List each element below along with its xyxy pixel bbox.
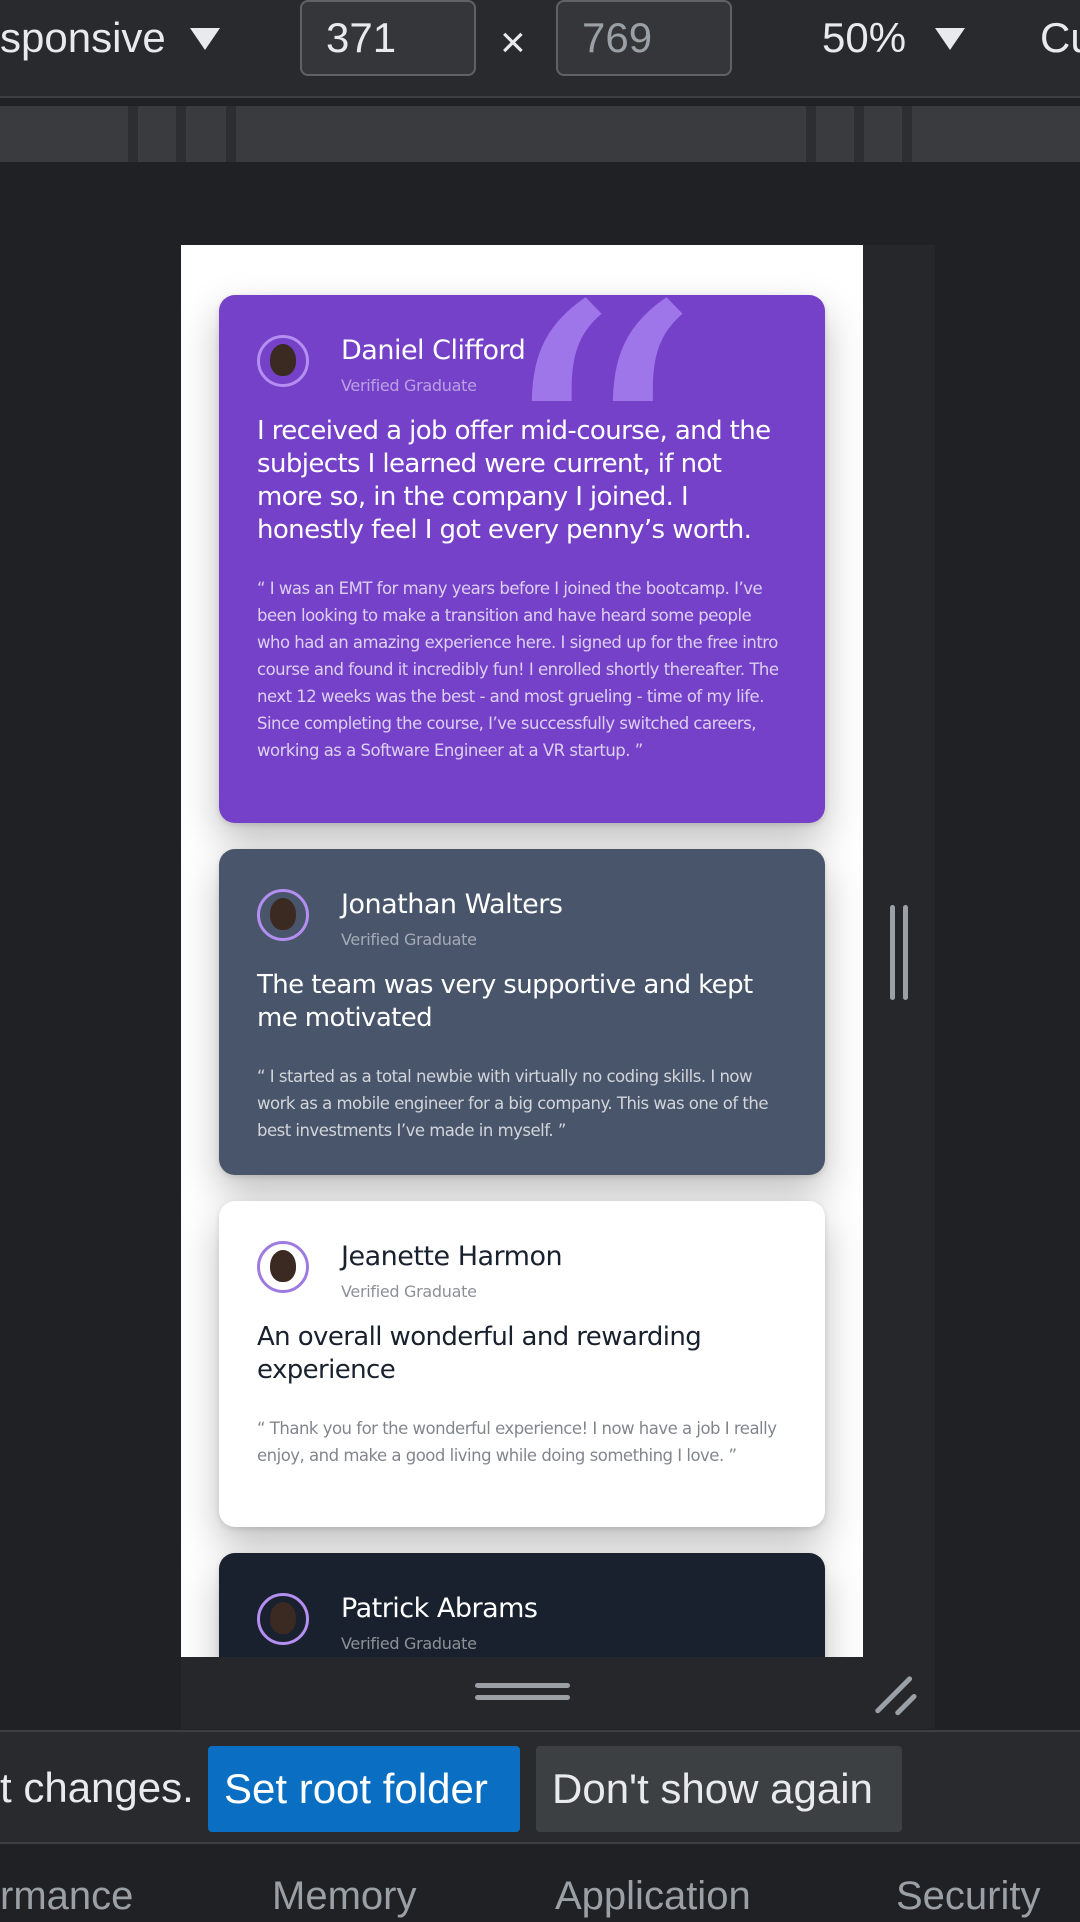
avatar [257,1241,309,1293]
tab-memory[interactable]: Memory [272,1874,416,1919]
media-query-segment[interactable] [864,106,902,162]
testimonial-body: “ I was an EMT for many years before I j… [257,579,779,760]
avatar [257,1593,309,1645]
infobar-message: t changes. [0,1764,194,1811]
media-query-bar [0,106,1080,162]
device-select-label: sponsive [0,14,166,61]
media-query-segment[interactable] [186,106,226,162]
resize-corner-icon[interactable] [874,1670,920,1717]
media-query-segment[interactable] [0,106,128,162]
zoom-chevron-down-icon[interactable] [935,28,965,50]
author-role: Verified Graduate [341,1634,477,1653]
emulated-viewport[interactable]: “ Daniel Clifford Verified Graduate I re… [181,245,863,1657]
avatar [257,335,309,387]
device-select[interactable]: sponsive [0,14,220,62]
width-input[interactable]: 371 [300,0,476,76]
devtools-panel-tabs: rmance Memory Application Security [0,1842,1080,1922]
media-query-segment[interactable] [816,106,854,162]
testimonial-headline: I received a job offer mid-course, and t… [257,416,771,545]
testimonial-card: Jeanette Harmon Verified Graduate An ove… [219,1201,825,1527]
testimonial-card: Patrick Abrams Verified Graduate [219,1553,825,1657]
media-query-segment[interactable] [912,106,1080,162]
author-name: Jeanette Harmon [341,1241,563,1272]
testimonial-body: “ I started as a total newbie with virtu… [257,1067,768,1140]
author-role: Verified Graduate [341,930,477,949]
workspace-infobar: t changes. Set root folder Don't show ag… [0,1730,1080,1842]
author-name: Daniel Clifford [341,335,526,366]
avatar [257,889,309,941]
throttle-select[interactable]: Cu [1040,14,1080,62]
drag-grip-icon[interactable] [475,1683,570,1705]
tab-performance[interactable]: rmance [0,1874,133,1919]
tab-application[interactable]: Application [555,1874,751,1919]
author-name: Patrick Abrams [341,1593,538,1624]
height-input[interactable]: 769 [556,0,732,76]
testimonial-headline: The team was very supportive and kept me… [257,970,753,1033]
testimonial-card: “ Daniel Clifford Verified Graduate I re… [219,295,825,823]
author-role: Verified Graduate [341,1282,477,1301]
testimonial-body: “ Thank you for the wonderful experience… [257,1419,777,1465]
tab-security[interactable]: Security [896,1874,1041,1919]
media-query-segment[interactable] [236,106,806,162]
media-query-segment[interactable] [138,106,176,162]
dimension-separator: × [500,18,526,67]
chevron-down-icon [190,28,220,50]
set-root-folder-button[interactable]: Set root folder [208,1746,520,1832]
dont-show-again-button[interactable]: Don't show again [536,1746,902,1832]
author-role: Verified Graduate [341,376,477,395]
testimonial-headline: An overall wonderful and rewarding exper… [257,1322,702,1385]
zoom-select[interactable]: 50% [822,14,906,62]
device-toolbar: sponsive 371 × 769 50% Cu [0,0,1080,98]
drag-grip-icon[interactable] [890,905,910,1000]
testimonial-card: Jonathan Walters Verified Graduate The t… [219,849,825,1175]
author-name: Jonathan Walters [341,889,563,920]
